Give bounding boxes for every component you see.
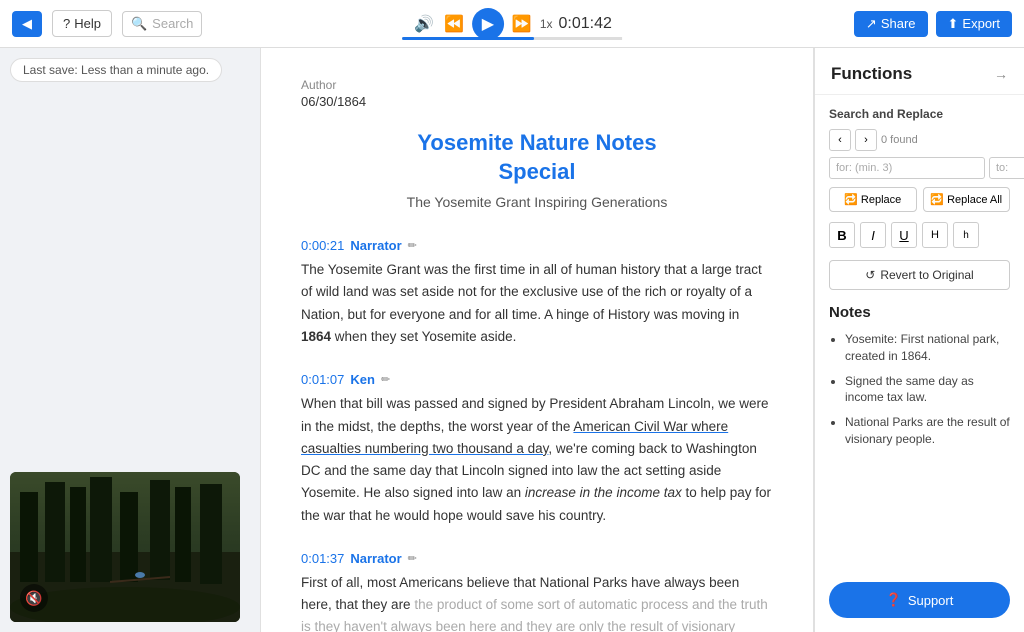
timestamp-1[interactable]: 0:00:21 bbox=[301, 238, 344, 253]
underline-button[interactable]: U bbox=[891, 222, 917, 248]
for-input[interactable] bbox=[829, 157, 985, 179]
ts-header-2: 0:01:07 Ken ✏ bbox=[301, 372, 773, 387]
functions-body: Search and Replace ‹ › 0 found 🔁 Replace… bbox=[815, 95, 1024, 582]
strikethrough-span: the product of some sort of automatic pr… bbox=[301, 597, 768, 632]
notes-list: Yosemite: First national park, created i… bbox=[829, 331, 1010, 448]
support-icon: ❓ bbox=[886, 592, 902, 608]
play-button[interactable]: ▶ bbox=[472, 8, 504, 40]
bold-button[interactable]: B bbox=[829, 222, 855, 248]
search-icon: 🔍 bbox=[131, 16, 147, 32]
search-replace-label: Search and Replace bbox=[829, 107, 1010, 121]
ts-header-1: 0:00:21 Narrator ✏ bbox=[301, 238, 773, 253]
video-mute-icon[interactable]: 🔇 bbox=[20, 584, 48, 612]
speaker-edit-icon-3[interactable]: ✏ bbox=[408, 552, 417, 565]
replace-all-icon: 🔁 bbox=[930, 193, 944, 206]
back-button[interactable]: ◀ bbox=[12, 11, 42, 37]
export-icon: ⬆ bbox=[948, 16, 959, 32]
transcript-block-1: 0:00:21 Narrator ✏ The Yosemite Grant wa… bbox=[301, 238, 773, 348]
document-title: Yosemite Nature Notes Special bbox=[301, 129, 773, 186]
revert-button[interactable]: ↺ Revert to Original bbox=[829, 260, 1010, 290]
question-icon: ? bbox=[63, 16, 70, 31]
speaker-1: Narrator bbox=[350, 238, 401, 253]
heading-small-button[interactable]: h bbox=[953, 222, 979, 248]
revert-icon: ↺ bbox=[865, 268, 875, 282]
share-icon: ↗ bbox=[866, 16, 877, 32]
progress-fill bbox=[402, 37, 534, 40]
format-buttons: B I U H h bbox=[829, 222, 1010, 248]
topbar-actions: ↗ Share ⬆ Export bbox=[854, 11, 1012, 37]
main-area: Last save: Less than a minute ago. bbox=[0, 48, 1024, 632]
replace-icon: 🔁 bbox=[844, 193, 858, 206]
share-button[interactable]: ↗ Share bbox=[854, 11, 928, 37]
functions-expand-icon[interactable]: → bbox=[994, 66, 1008, 82]
functions-title: Functions bbox=[831, 64, 912, 84]
sr-inputs bbox=[829, 157, 1010, 179]
to-input[interactable] bbox=[989, 157, 1024, 179]
timer-display: 0:01:42 bbox=[559, 15, 612, 33]
italic-span: increase in the income tax bbox=[525, 485, 682, 500]
save-status: Last save: Less than a minute ago. bbox=[10, 58, 222, 82]
help-button[interactable]: ? Help bbox=[52, 10, 112, 37]
volume-button[interactable]: 🔊 bbox=[412, 12, 436, 36]
transcript-text-1: The Yosemite Grant was the first time in… bbox=[301, 259, 773, 348]
sr-count: 0 found bbox=[881, 134, 918, 146]
heading-large-button[interactable]: H bbox=[922, 222, 948, 248]
timestamp-2[interactable]: 0:01:07 bbox=[301, 372, 344, 387]
progress-bar[interactable] bbox=[402, 37, 622, 40]
sr-next-button[interactable]: › bbox=[855, 129, 877, 151]
search-replace-nav: ‹ › 0 found bbox=[829, 129, 1010, 151]
export-button[interactable]: ⬆ Export bbox=[936, 11, 1012, 37]
right-panel: Functions → Search and Replace ‹ › 0 fou… bbox=[814, 48, 1024, 632]
sr-prev-button[interactable]: ‹ bbox=[829, 129, 851, 151]
search-box[interactable]: 🔍 Search bbox=[122, 11, 202, 37]
speaker-3: Narrator bbox=[350, 551, 401, 566]
transcript-text-2: When that bill was passed and signed by … bbox=[301, 393, 773, 527]
topbar: ◀ ? Help 🔍 Search 🔊 ⏪ ▶ ⏩ 1x 0:01:42 ↗ S… bbox=[0, 0, 1024, 48]
note-item-2: Signed the same day as income tax law. bbox=[845, 373, 1010, 407]
notes-section: Notes Yosemite: First national park, cre… bbox=[829, 304, 1010, 448]
ts-header-3: 0:01:37 Narrator ✏ bbox=[301, 551, 773, 566]
audio-controls: 🔊 ⏪ ▶ ⏩ 1x 0:01:42 bbox=[412, 8, 612, 40]
italic-button[interactable]: I bbox=[860, 222, 886, 248]
note-item-1: Yosemite: First national park, created i… bbox=[845, 331, 1010, 365]
functions-header: Functions → bbox=[815, 48, 1024, 95]
timestamp-3[interactable]: 0:01:37 bbox=[301, 551, 344, 566]
center-panel: Author 06/30/1864 Yosemite Nature Notes … bbox=[260, 48, 814, 632]
replace-buttons: 🔁 Replace 🔁 Replace All bbox=[829, 187, 1010, 212]
speed-badge: 1x bbox=[540, 17, 553, 31]
author-label: Author bbox=[301, 78, 773, 92]
replace-all-button[interactable]: 🔁 Replace All bbox=[923, 187, 1011, 212]
video-thumbnail[interactable]: 🔇 bbox=[10, 472, 240, 622]
rewind-button[interactable]: ⏪ bbox=[442, 12, 466, 36]
transcript-text-3: First of all, most Americans believe tha… bbox=[301, 572, 773, 632]
speaker-edit-icon-1[interactable]: ✏ bbox=[408, 239, 417, 252]
replace-button[interactable]: 🔁 Replace bbox=[829, 187, 917, 212]
left-panel: Last save: Less than a minute ago. bbox=[0, 48, 260, 632]
note-item-3: National Parks are the result of visiona… bbox=[845, 414, 1010, 448]
notes-title: Notes bbox=[829, 304, 1010, 321]
back-icon: ◀ bbox=[22, 16, 32, 32]
speaker-2: Ken bbox=[350, 372, 375, 387]
document-subtitle: The Yosemite Grant Inspiring Generations bbox=[301, 194, 773, 210]
underline-span: American Civil War where casualties numb… bbox=[301, 419, 728, 456]
audio-player: 🔊 ⏪ ▶ ⏩ 1x 0:01:42 bbox=[412, 8, 612, 40]
author-date: 06/30/1864 bbox=[301, 94, 773, 109]
transcript-block-2: 0:01:07 Ken ✏ When that bill was passed … bbox=[301, 372, 773, 527]
speaker-edit-icon-2[interactable]: ✏ bbox=[381, 373, 390, 386]
forward-button[interactable]: ⏩ bbox=[510, 12, 534, 36]
support-button[interactable]: ❓ Support bbox=[829, 582, 1010, 618]
transcript-block-3: 0:01:37 Narrator ✏ First of all, most Am… bbox=[301, 551, 773, 632]
